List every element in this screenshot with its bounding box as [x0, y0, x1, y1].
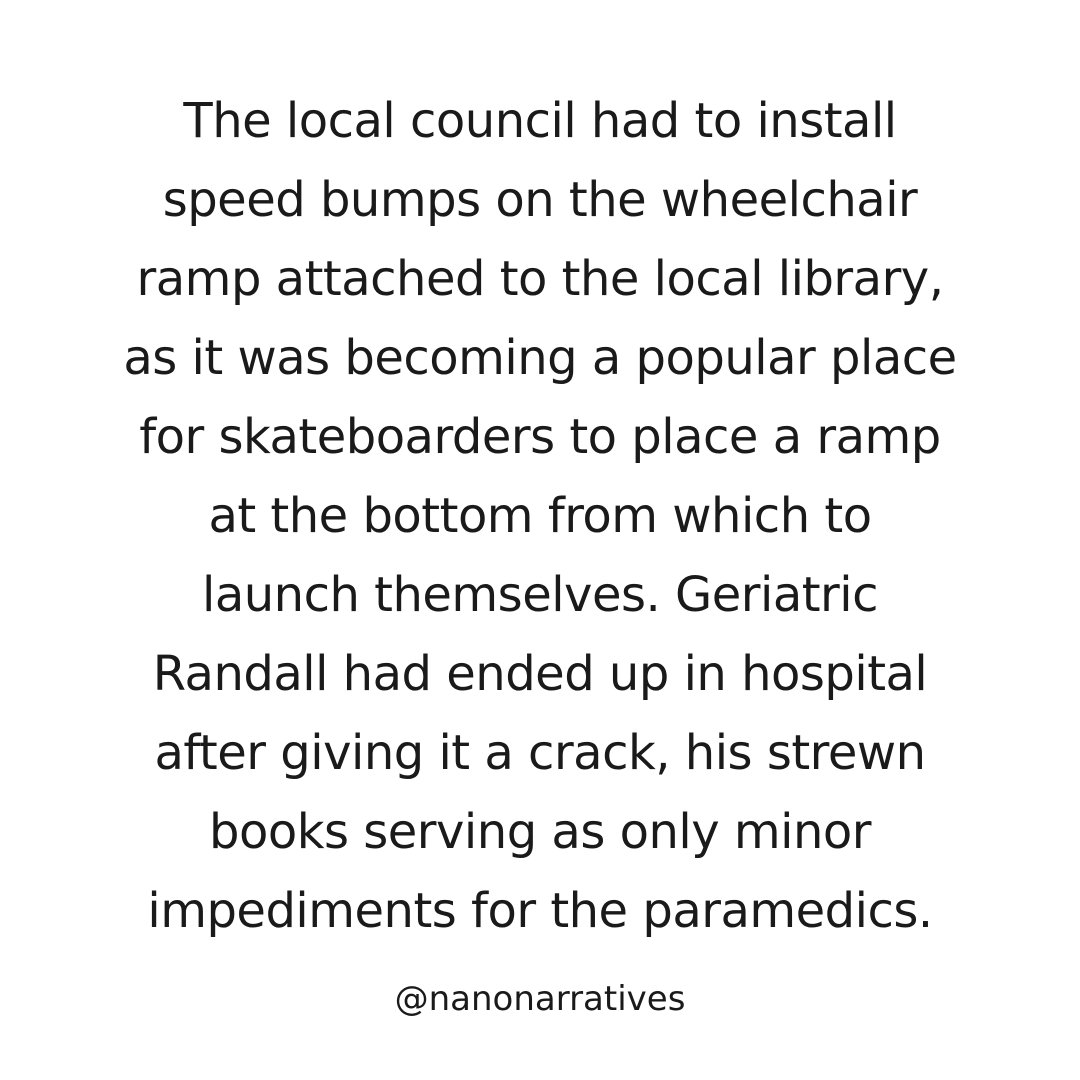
story-line: The local council had to install — [183, 93, 897, 149]
story-line: books serving as only minor — [208, 804, 872, 860]
story-line: for skateboarders to place a ramp — [139, 409, 941, 465]
story-line: launch themselves. Geriatric — [201, 567, 879, 623]
story-line: after giving it a crack, his strewn — [154, 725, 926, 781]
story-line: Randall had ended up in hospital — [152, 646, 928, 702]
story-line: as it was becoming a popular place — [123, 330, 957, 386]
story-line: ramp attached to the local library, — [136, 251, 944, 307]
story-line: at the bottom from which to — [208, 488, 872, 544]
story-line: impediments for the paramedics. — [147, 883, 933, 939]
story-line: speed bumps on the wheelchair — [162, 172, 918, 228]
story-text: The local council had to install speed b… — [60, 82, 1020, 951]
author-handle: @nanonarratives — [394, 979, 686, 1019]
story-card: The local council had to install speed b… — [0, 0, 1080, 1080]
